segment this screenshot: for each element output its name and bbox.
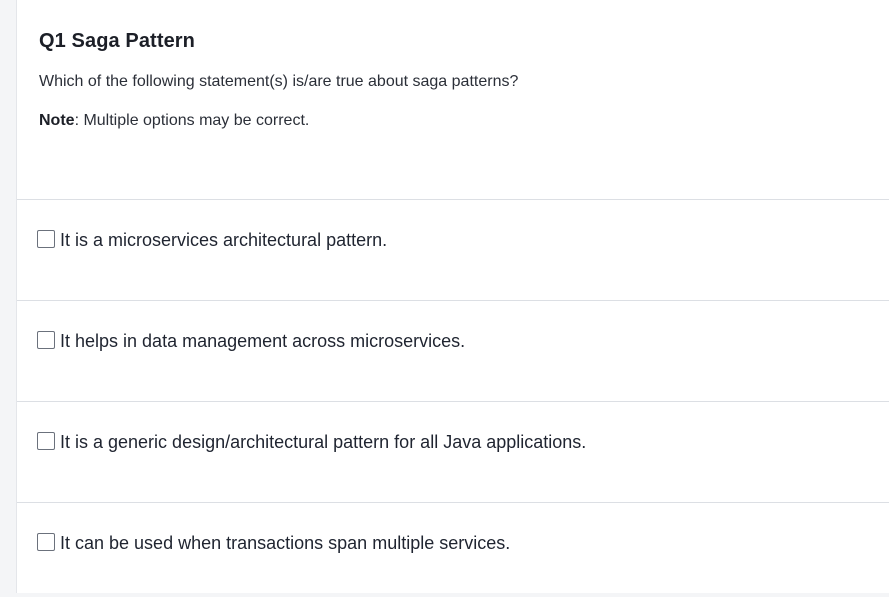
option-1-label[interactable]: It is a microservices architectural patt… (60, 230, 387, 251)
question-text: Which of the following statement(s) is/a… (39, 73, 519, 90)
option-3[interactable]: It is a generic design/architectural pat… (17, 401, 889, 502)
option-4-checkbox[interactable] (37, 533, 55, 551)
question-note: Note: Multiple options may be correct. (39, 112, 889, 130)
option-1-checkbox[interactable] (37, 230, 55, 248)
question-title: Q1 Saga Pattern (39, 30, 196, 52)
option-1[interactable]: It is a microservices architectural patt… (17, 199, 889, 300)
note-text: : Multiple options may be correct. (74, 112, 310, 129)
options-list: It is a microservices architectural patt… (17, 199, 889, 597)
question-card: Q1 Saga Pattern Which of the following s… (16, 0, 889, 593)
option-2-label[interactable]: It helps in data management across micro… (60, 331, 465, 352)
option-4[interactable]: It can be used when transactions span mu… (17, 502, 889, 597)
option-3-checkbox[interactable] (37, 432, 55, 450)
option-3-label[interactable]: It is a generic design/architectural pat… (60, 432, 586, 453)
option-2-checkbox[interactable] (37, 331, 55, 349)
option-2[interactable]: It helps in data management across micro… (17, 300, 889, 401)
question-header: Q1 Saga Pattern Which of the following s… (17, 0, 889, 199)
option-4-label[interactable]: It can be used when transactions span mu… (60, 533, 510, 554)
note-label: Note (39, 112, 75, 129)
